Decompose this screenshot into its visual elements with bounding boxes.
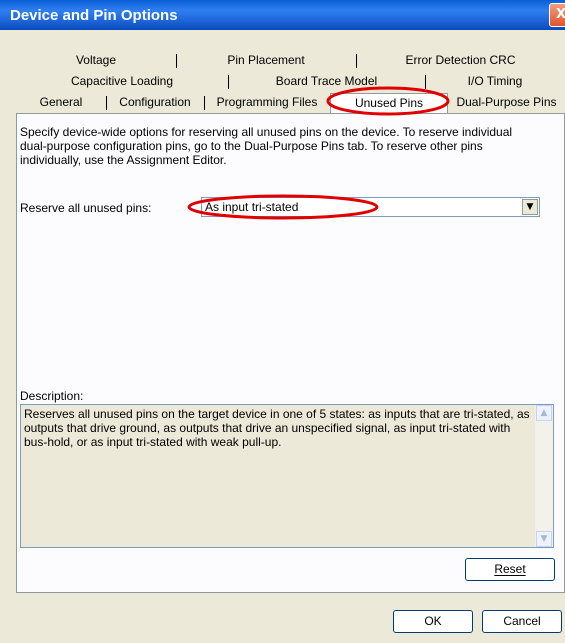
title-bar: Device and Pin Options X (0, 0, 565, 30)
tab-general[interactable]: General (16, 93, 106, 113)
cancel-button[interactable]: Cancel (482, 610, 562, 633)
chevron-down-icon[interactable]: ▼ (522, 199, 538, 215)
tab-capacitive-loading[interactable]: Capacitive Loading (16, 72, 228, 92)
tab-dual-purpose-pins[interactable]: Dual-Purpose Pins (448, 93, 565, 113)
tab-pin-placement[interactable]: Pin Placement (176, 51, 356, 71)
tab-io-timing[interactable]: I/O Timing (425, 72, 565, 92)
reserve-unused-pins-select[interactable]: As input tri-stated ▼ (201, 197, 540, 217)
reserve-unused-pins-label: Reserve all unused pins: (20, 201, 152, 215)
intro-text: Specify device-wide options for reservin… (20, 125, 513, 167)
reserve-unused-pins-value: As input tri-stated (205, 200, 299, 214)
description-label: Description: (20, 389, 84, 403)
scroll-up-icon[interactable]: ▲ (536, 405, 552, 421)
tab-row-2: Capacitive Loading Board Trace Model I/O… (16, 72, 565, 92)
close-button[interactable]: X (549, 3, 565, 27)
tab-voltage[interactable]: Voltage (16, 51, 176, 71)
ok-button[interactable]: OK (393, 610, 473, 633)
close-icon: X (555, 7, 565, 22)
tab-error-detection-crc[interactable]: Error Detection CRC (356, 51, 565, 71)
tab-board-trace-model[interactable]: Board Trace Model (228, 72, 425, 92)
description-scrollbar[interactable]: ▲ ▼ (535, 405, 553, 547)
tab-unused-pins[interactable]: Unused Pins (330, 93, 448, 113)
tab-row-1: Voltage Pin Placement Error Detection CR… (16, 51, 565, 71)
tab-programming-files[interactable]: Programming Files (204, 93, 330, 113)
description-box: Reserves all unused pins on the target d… (20, 404, 554, 548)
tab-row-3: General Configuration Programming Files … (16, 93, 565, 113)
reset-button[interactable]: Reset (465, 558, 555, 581)
description-text: Reserves all unused pins on the target d… (24, 407, 530, 449)
device-pin-options-dialog: Device and Pin Options X Voltage Pin Pla… (0, 0, 565, 643)
scroll-down-icon[interactable]: ▼ (536, 531, 552, 547)
window-title: Device and Pin Options (10, 7, 178, 24)
tab-configuration[interactable]: Configuration (106, 93, 204, 113)
